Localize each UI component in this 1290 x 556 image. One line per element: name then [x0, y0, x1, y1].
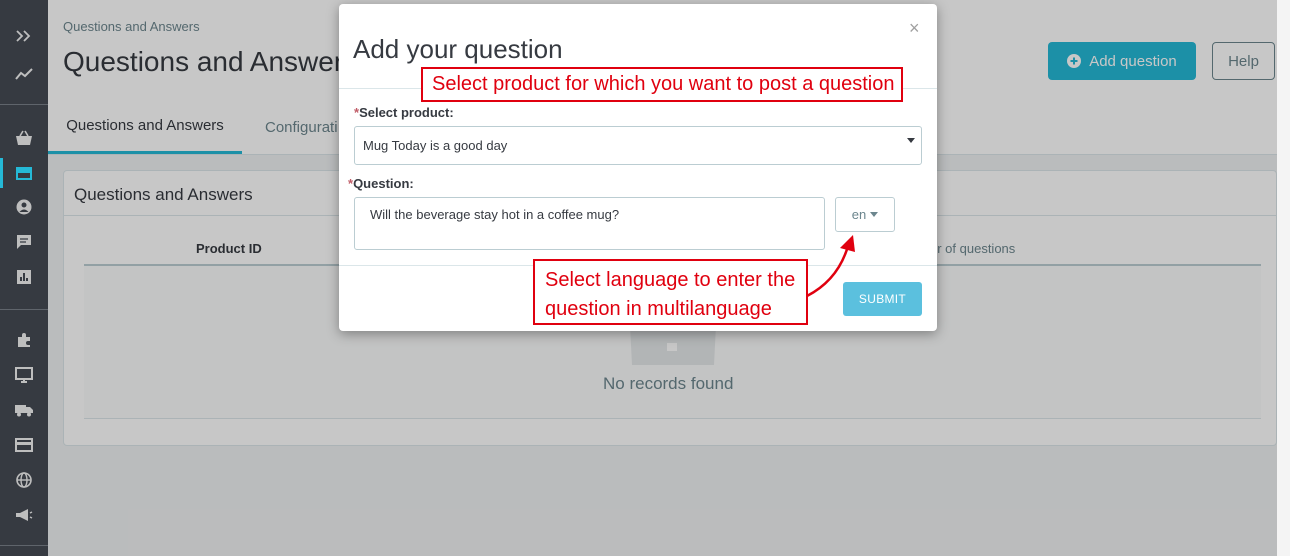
language-code: en — [851, 207, 867, 222]
sidebar-divider — [0, 104, 48, 105]
language-hint-callout: Select language to enter the question in… — [533, 259, 808, 325]
close-icon[interactable]: × — [909, 18, 920, 39]
scrollbar-track[interactable] — [1277, 0, 1290, 556]
question-textarea[interactable]: Will the beverage stay hot in a coffee m… — [354, 197, 825, 250]
modules-icon[interactable] — [0, 328, 48, 352]
design-icon[interactable] — [0, 363, 48, 387]
expand-icon[interactable] — [0, 24, 48, 48]
language-hint-line-1: Select language to enter the — [545, 269, 796, 291]
annotation-arrow-icon — [806, 235, 855, 298]
sidebar-divider — [0, 309, 48, 310]
modal-title: Add your question — [353, 34, 563, 64]
marketing-icon[interactable] — [0, 503, 48, 527]
language-dropdown[interactable]: en — [835, 197, 895, 232]
caret-down-icon — [870, 212, 879, 217]
select-product-label-text: Select product: — [359, 105, 454, 120]
catalog-icon[interactable] — [0, 161, 48, 185]
product-hint-callout: Select product for which you want to pos… — [421, 67, 903, 102]
messages-icon[interactable] — [0, 230, 48, 254]
customers-icon[interactable] — [0, 195, 48, 219]
language-hint-line-2: question in multilanguage — [545, 298, 772, 320]
select-product-label: *Select product: — [354, 105, 454, 120]
product-select[interactable]: Mug Today is a good day — [354, 126, 922, 165]
international-icon[interactable] — [0, 468, 48, 492]
stats-icon[interactable] — [0, 265, 48, 289]
shipping-icon[interactable] — [0, 398, 48, 422]
payment-icon[interactable] — [0, 433, 48, 457]
sidebar — [0, 0, 48, 556]
orders-icon[interactable] — [0, 126, 48, 150]
chevron-down-icon — [907, 138, 915, 143]
question-label: *Question: — [348, 176, 414, 191]
question-label-text: Question: — [353, 176, 414, 191]
sidebar-divider — [0, 545, 48, 546]
dashboard-icon[interactable] — [0, 62, 48, 86]
